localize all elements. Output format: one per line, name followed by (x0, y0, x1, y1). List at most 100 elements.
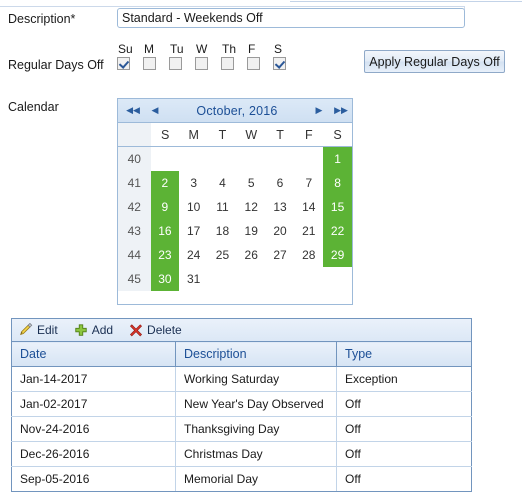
calendar-day-cell[interactable]: 12 (236, 195, 266, 219)
table-cell-description: Christmas Day (175, 441, 337, 467)
calendar-week-row: 40 1 (118, 146, 352, 171)
panel-top-divider (0, 6, 465, 7)
calendar-day-cell[interactable]: 27 (265, 243, 295, 267)
calendar-day-empty (265, 267, 295, 291)
calendar-day-cell[interactable]: 5 (236, 171, 266, 195)
weekday-label: F (248, 42, 256, 56)
calendar-day-cell[interactable]: 28 (294, 243, 324, 267)
weekday-checkbox-th[interactable] (221, 57, 234, 70)
window-top-divider (290, 1, 522, 2)
calendar-day-cell[interactable]: 3 (179, 171, 209, 195)
calendar-header: ◀◀ ◀ October, 2016 ▶ ▶▶ (118, 99, 352, 123)
table-row[interactable]: Jan-14-2017 Working Saturday Exception (11, 366, 472, 392)
description-input[interactable] (117, 8, 465, 28)
weekday-column-w: W (195, 42, 221, 70)
calendar-week-row: 44 23 24 25 26 27 28 29 (118, 243, 352, 267)
table-cell-description: Memorial Day (175, 466, 337, 492)
calendar-day-cell[interactable]: 1 (323, 146, 352, 171)
calendar-day-cell[interactable]: 16 (150, 219, 180, 243)
table-header-row: Date Description Type (11, 341, 472, 367)
edit-button-label: Edit (37, 323, 58, 337)
table-row[interactable]: Dec-26-2016 Christmas Day Off (11, 441, 472, 467)
calendar-day-cell[interactable]: 15 (323, 195, 352, 219)
calendar-day-cell[interactable]: 25 (208, 243, 237, 267)
table-cell-type: Off (336, 441, 472, 467)
calendar-week-row: 45 30 31 (118, 267, 352, 291)
weekday-checkbox-su[interactable] (117, 57, 130, 70)
calendar-day-cell[interactable]: 20 (265, 219, 295, 243)
weekday-label: S (274, 42, 283, 56)
calendar-prev-month-icon[interactable]: ◀ (144, 106, 166, 115)
calendar-day-empty (208, 146, 237, 171)
calendar-last-page-icon[interactable]: ▶▶ (330, 106, 352, 115)
calendar-day-cell[interactable]: 29 (323, 243, 352, 267)
calendar-day-cell[interactable]: 8 (323, 171, 352, 195)
calendar-week-column-header (118, 123, 151, 147)
table-row[interactable]: Jan-02-2017 New Year's Day Observed Off (11, 391, 472, 417)
calendar-day-cell[interactable]: 11 (208, 195, 237, 219)
weekday-checkbox-s[interactable] (273, 57, 286, 70)
calendar-next-month-icon[interactable]: ▶ (308, 106, 330, 115)
calendar-day-cell[interactable]: 7 (294, 171, 324, 195)
calendar-day-cell[interactable]: 24 (179, 243, 209, 267)
calendar-week-number: 44 (118, 243, 151, 267)
table-row[interactable]: Nov-24-2016 Thanksgiving Day Off (11, 416, 472, 442)
table-header-cell[interactable]: Date (11, 341, 176, 367)
calendar-week-number: 45 (118, 267, 151, 291)
calendar-first-page-icon[interactable]: ◀◀ (122, 106, 144, 115)
calendar-day-cell[interactable]: 22 (323, 219, 352, 243)
calendar-dow-header: W (236, 123, 266, 147)
table-cell-date: Nov-24-2016 (11, 416, 176, 442)
weekday-checkbox-w[interactable] (195, 57, 208, 70)
calendar-day-cell[interactable]: 30 (150, 267, 180, 291)
table-header-cell[interactable]: Type (336, 341, 472, 367)
calendar-dow-header: F (294, 123, 324, 147)
table-cell-description: Working Saturday (175, 366, 337, 392)
description-label: Description* (8, 12, 76, 26)
calendar-day-cell[interactable]: 18 (208, 219, 237, 243)
calendar-dow-header: T (208, 123, 237, 147)
weekday-checkbox-m[interactable] (143, 57, 156, 70)
calendar-day-cell[interactable]: 21 (294, 219, 324, 243)
table-cell-date: Sep-05-2016 (11, 466, 176, 492)
weekday-column-f: F (247, 42, 273, 70)
table-cell-type: Off (336, 416, 472, 442)
table-cell-type: Exception (336, 366, 472, 392)
calendar-title[interactable]: October, 2016 (166, 104, 308, 118)
calendar-day-empty (294, 146, 324, 171)
calendar-day-cell[interactable]: 17 (179, 219, 209, 243)
calendar-day-cell[interactable]: 26 (236, 243, 266, 267)
weekday-checkbox-f[interactable] (247, 57, 260, 70)
calendar-day-cell[interactable]: 6 (265, 171, 295, 195)
calendar-dow-header: S (323, 123, 352, 147)
table-row[interactable]: Sep-05-2016 Memorial Day Off (11, 466, 472, 492)
table-header-cell[interactable]: Description (175, 341, 337, 367)
calendar-label: Calendar (8, 100, 59, 114)
add-button[interactable]: Add (67, 320, 122, 341)
calendar-day-cell[interactable]: 4 (208, 171, 237, 195)
table-cell-date: Dec-26-2016 (11, 441, 176, 467)
apply-regular-days-off-button[interactable]: Apply Regular Days Off (364, 50, 505, 73)
delete-button[interactable]: Delete (122, 320, 191, 341)
calendar-day-cell[interactable]: 31 (179, 267, 209, 291)
calendar-dow-header: S (150, 123, 180, 147)
calendar-week-number: 43 (118, 219, 151, 243)
calendar-week-number: 41 (118, 171, 151, 195)
weekday-checkbox-tu[interactable] (169, 57, 182, 70)
table-body: Jan-14-2017 Working Saturday Exception Jan-… (11, 366, 472, 492)
calendar-day-cell[interactable]: 23 (150, 243, 180, 267)
calendar-day-cell[interactable]: 14 (294, 195, 324, 219)
calendar-day-empty (179, 146, 209, 171)
calendar-day-cell[interactable]: 10 (179, 195, 209, 219)
close-icon (129, 323, 143, 337)
add-button-label: Add (91, 323, 114, 337)
calendar-day-cell[interactable]: 13 (265, 195, 295, 219)
calendar-day-cell[interactable]: 2 (150, 171, 180, 195)
weekday-column-m: M (143, 42, 169, 70)
calendar-day-empty (208, 267, 237, 291)
calendar-dow-header: T (265, 123, 295, 147)
weekday-column-s: S (273, 42, 299, 70)
calendar-day-cell[interactable]: 19 (236, 219, 266, 243)
calendar-day-cell[interactable]: 9 (150, 195, 180, 219)
edit-button[interactable]: Edit (12, 320, 67, 341)
